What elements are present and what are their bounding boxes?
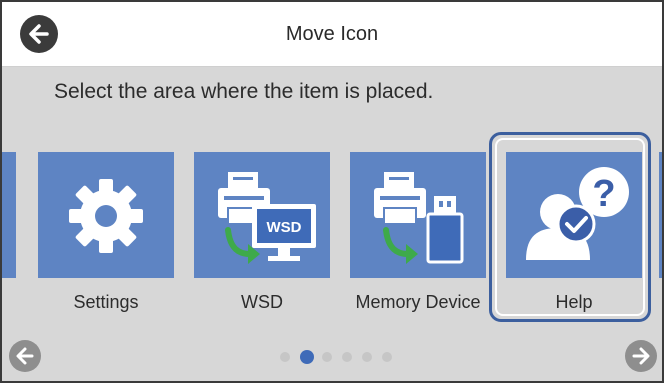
prev-page-button[interactable]	[9, 340, 41, 372]
tile-wsd[interactable]: WSD	[194, 152, 330, 278]
next-page-button[interactable]	[625, 340, 657, 372]
arrow-left-icon	[16, 347, 34, 365]
page-dot-5	[362, 352, 372, 362]
previous-tile-edge[interactable]	[2, 152, 16, 278]
instruction-text: Select the area where the item is placed…	[54, 80, 434, 103]
next-tile-edge[interactable]	[659, 152, 662, 278]
tile-label-settings: Settings	[73, 292, 139, 312]
back-button[interactable]	[20, 15, 58, 53]
tile-memory-device[interactable]	[350, 152, 486, 278]
tile-help[interactable]: ?	[506, 152, 642, 278]
tile-settings[interactable]	[38, 152, 174, 278]
wsd-badge: WSD	[267, 219, 302, 236]
page-dot-2-active	[300, 350, 314, 364]
page-dot-4	[342, 352, 352, 362]
arrow-left-icon	[29, 24, 49, 44]
page-dot-6	[382, 352, 392, 362]
arrow-right-icon	[632, 347, 650, 365]
svg-text:?: ?	[592, 173, 615, 215]
page-indicator	[280, 350, 402, 364]
header-bar: Move Icon	[2, 2, 662, 67]
move-icon-screen: Move Icon Select the area where the item…	[0, 0, 664, 383]
tile-label-help: Help	[555, 292, 593, 312]
page-title: Move Icon	[285, 23, 379, 45]
gear-icon	[69, 179, 143, 253]
tile-label-memory-device: Memory Device	[355, 292, 481, 312]
page-dot-1	[280, 352, 290, 362]
printer-to-monitor-wsd-icon: WSD	[218, 172, 316, 264]
user-question-check-icon: ?	[526, 167, 629, 260]
printer-to-usb-memory-icon	[374, 172, 464, 264]
page-dot-3	[322, 352, 332, 362]
tile-label-wsd: WSD	[241, 292, 283, 312]
